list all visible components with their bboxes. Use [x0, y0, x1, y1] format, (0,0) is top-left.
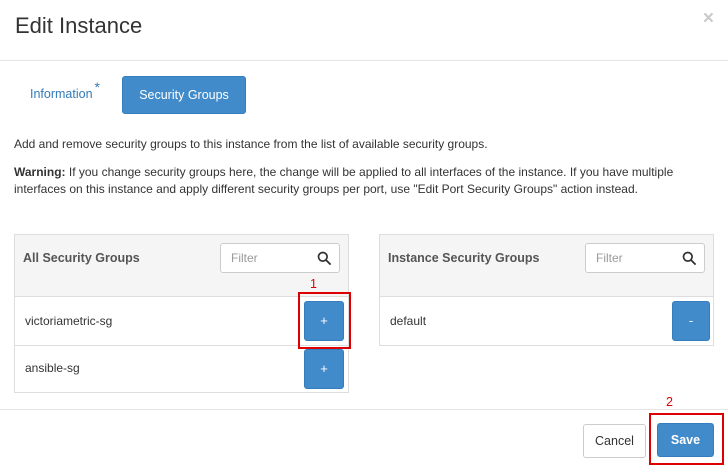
- tab-information-label: Information: [30, 87, 93, 101]
- modal-header: Edit Instance ×: [0, 0, 728, 61]
- annotation-number-1: 1: [310, 277, 317, 291]
- filter-placeholder: Filter: [231, 251, 258, 265]
- all-groups-filter-input[interactable]: Filter: [220, 243, 340, 273]
- add-security-group-button[interactable]: +: [304, 349, 344, 389]
- modal-title: Edit Instance: [15, 13, 143, 38]
- security-group-name: default: [390, 314, 427, 328]
- search-icon: [317, 251, 331, 265]
- warning-label: Warning:: [14, 165, 66, 179]
- tab-information[interactable]: Information *: [30, 79, 100, 101]
- annotation-number-2: 2: [666, 395, 673, 409]
- search-icon: [682, 251, 696, 265]
- instance-groups-filter-input[interactable]: Filter: [585, 243, 705, 273]
- list-item-default: default: [379, 296, 714, 346]
- filter-placeholder: Filter: [596, 251, 623, 265]
- intro-text: Add and remove security groups to this i…: [14, 137, 488, 151]
- warning-body: If you change security groups here, the …: [14, 165, 674, 197]
- all-security-groups-header: All Security Groups Filter: [14, 234, 349, 296]
- instance-security-groups-title: Instance Security Groups: [388, 251, 540, 265]
- all-security-groups-title: All Security Groups: [23, 251, 140, 265]
- edit-instance-modal: Edit Instance × Information * Security Gr…: [0, 0, 728, 474]
- annotation-box-1: [298, 292, 351, 349]
- close-icon[interactable]: ×: [703, 8, 714, 30]
- cancel-button[interactable]: Cancel: [583, 424, 646, 458]
- remove-security-group-button[interactable]: -: [672, 301, 710, 341]
- annotation-box-2: [649, 413, 724, 465]
- tab-security-groups[interactable]: Security Groups: [122, 76, 246, 114]
- instance-security-groups-header: Instance Security Groups Filter: [379, 234, 714, 296]
- security-group-name: ansible-sg: [25, 361, 80, 375]
- warning-text: Warning: If you change security groups h…: [14, 164, 714, 199]
- security-group-name: victoriametric-sg: [25, 314, 113, 328]
- list-item-ansible-sg: ansible-sg: [14, 345, 349, 393]
- required-asterisk: *: [94, 79, 100, 95]
